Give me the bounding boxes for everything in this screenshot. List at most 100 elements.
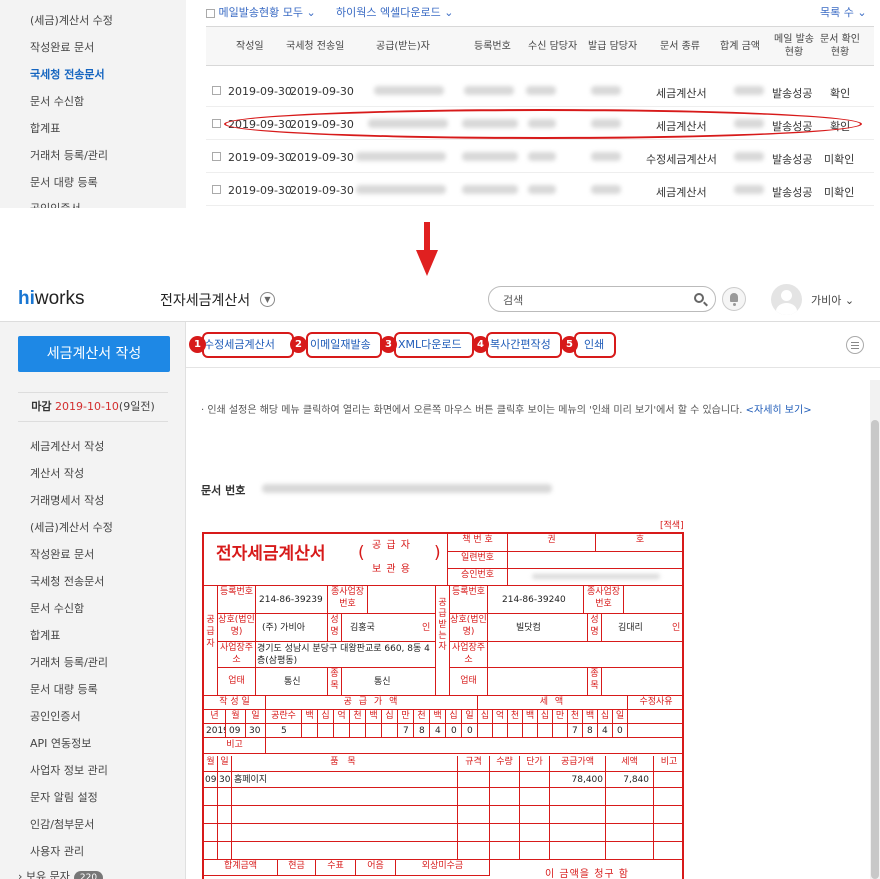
supply-digit-head: 천 [414,710,430,724]
row-checkbox[interactable] [212,152,221,161]
sidebar-item[interactable]: API 연동정보 [30,735,91,751]
blank-item-cell [654,806,684,824]
blank-item-cell [458,842,490,860]
col-date[interactable]: 작성일 [236,40,264,53]
search-input[interactable]: 검색 [488,286,716,312]
detail-link[interactable]: <자세히 보기> [746,405,812,416]
resend-email-button[interactable]: 이메일재발송 [310,334,371,358]
total-head: 합계금액 [204,860,278,876]
sidebar-item[interactable]: 사업자 정보 관리 [30,762,108,778]
top-sidebar-item[interactable]: 합계표 [30,120,60,136]
written-date-head: 작 성 일 [204,696,266,710]
receiver-name: 빌닷컴 [516,623,541,633]
sidebar-item[interactable]: 문서 수신함 [30,600,84,616]
sidebar-item[interactable]: 문자 알림 설정 [30,789,98,805]
paren-open: ( [358,543,365,563]
supply-digit: 0 [451,726,457,736]
xml-download-button[interactable]: XML다운로드 [398,334,462,358]
row-mail-status: 발송성공 [772,186,813,199]
top-sidebar-item[interactable]: 작성완료 문서 [30,39,94,55]
app-header: hiworks 전자세금계산서 ▼ 검색 가비아 ⌄ [0,278,880,322]
sidebar-item[interactable]: 국세청 전송문서 [30,573,104,589]
supply-digit: 7 [403,726,409,736]
sidebar: 세금계산서 작성 마감 2019-10-10(9일전) 세금계산서 작성 계산서… [0,322,186,879]
select-all-checkbox[interactable] [206,8,215,18]
tax-invoice-form: 전자세금계산서 ( 공 급 자 보 관 용 ) 책 번 호 권 호 일련번호 승… [202,532,684,879]
sidebar-item[interactable]: (세금)계산서 수정 [30,519,113,535]
table-row[interactable]: 2019-09-30 2019-09-30 세금계산서 발송성공 미확인 [206,173,874,206]
row-doc-type: 수정세금계산서 [646,153,717,166]
menu-icon[interactable] [846,336,864,354]
row-sent-date: 2019-09-30 [290,85,354,98]
tax-digit-cell [523,724,538,738]
item-spec-cell [458,772,490,788]
list-count-select[interactable]: 목록 수 ⌄ [820,4,867,20]
sidebar-item[interactable]: 문서 대량 등록 [30,681,98,697]
table-row[interactable]: 2019-09-30 2019-09-30 세금계산서 발송성공 확인 [206,74,874,107]
tax-digit-head: 천 [568,710,583,724]
sidebar-item[interactable]: 사용자 관리 [30,843,84,859]
excel-download-button[interactable]: 하이웍스 엑셀다운로드 ⌄ [336,4,453,20]
sidebar-item[interactable]: 인감/첨부문서 [30,816,94,832]
addr-label: 사업장주소 [450,642,488,668]
row-checkbox[interactable] [212,86,221,95]
sidebar-item[interactable]: 작성완료 문서 [30,546,94,562]
blank-item-cell [550,824,606,842]
supplier-type-cell: 통신 [256,668,328,696]
sidebar-item[interactable]: 계산서 작성 [30,465,84,481]
claim-text: 이 금액을 청구 함 [545,869,629,879]
invoice-subtitle: 공 급 자 [372,540,411,551]
cash-head: 현금 [278,860,316,876]
tax-digit-head: 일 [613,710,628,724]
sidebar-item[interactable]: 공인인증서 [30,708,81,724]
search-icon[interactable] [694,293,704,303]
print-button[interactable]: 인쇄 [584,334,604,358]
receiver-side-label: 공급받는자 [436,586,450,696]
col-issuer: 발급 담당자 [588,41,638,52]
hiworks-logo[interactable]: hiworks [18,288,85,310]
top-sidebar-item[interactable]: 문서 대량 등록 [30,174,98,190]
note-value [266,738,684,754]
sidebar-item[interactable]: 거래명세서 작성 [30,492,104,508]
mail-status-filter[interactable]: 메일발송현황 모두 ⌄ [206,4,316,20]
row-checkbox[interactable] [212,185,221,194]
item-month-head: 월 [204,756,218,772]
row-date: 2019-09-30 [228,151,292,164]
top-sidebar-item[interactable]: (세금)계산서 수정 [30,12,113,28]
col-reg-no: 등록번호 [474,41,511,52]
scrollbar[interactable] [870,380,880,879]
chevron-down-icon[interactable]: ▼ [260,292,275,307]
approval-no-value [508,569,684,586]
table-row[interactable]: 2019-09-30 2019-09-30 수정세금계산서 발송성공 미확인 [206,140,874,173]
scrollbar-thumb[interactable] [871,420,879,879]
col-sent-date[interactable]: 국세청 전송일 [286,40,344,53]
top-sidebar-item-active[interactable]: 국세청 전송문서 [30,66,105,82]
top-sidebar-item[interactable]: 문서 수신함 [30,93,84,109]
revise-invoice-button[interactable]: 수정세금계산서 [204,334,275,358]
top-sidebar-item[interactable]: 거래처 등록/관리 [30,147,108,163]
invoice-month: 09 [229,726,241,736]
sidebar-item[interactable]: 거래처 등록/관리 [30,654,108,670]
top-sidebar-item[interactable]: 공인인증서 [30,200,81,208]
supplier-side-label: 공급자 [204,586,218,696]
blank-item-cell [204,842,218,860]
sidebar-item[interactable]: 합계표 [30,627,60,643]
user-name[interactable]: 가비아 ⌄ [811,292,854,308]
blank-item-cell [654,842,684,860]
invoice-subtitle: 보 관 용 [372,564,411,575]
item-label: 종목 [328,668,342,696]
supplier-type: 통신 [284,677,301,687]
supply-digit: 8 [419,726,425,736]
sidebar-item-sms[interactable]: › 보유 문자 220 [18,868,104,879]
row-checkbox[interactable] [212,119,221,128]
bell-icon[interactable] [722,287,746,311]
avatar[interactable] [771,284,802,315]
sidebar-item[interactable]: 세금계산서 작성 [30,438,104,454]
item-note-head: 비고 [654,756,684,772]
seal-mark: 인 [672,623,681,633]
write-invoice-button[interactable]: 세금계산서 작성 [18,336,170,372]
col-total: 합계 금액 [720,41,760,52]
month-head: 월 [226,710,246,724]
item-spec-head: 규격 [458,756,490,772]
copy-write-button[interactable]: 복사간편작성 [490,334,551,358]
